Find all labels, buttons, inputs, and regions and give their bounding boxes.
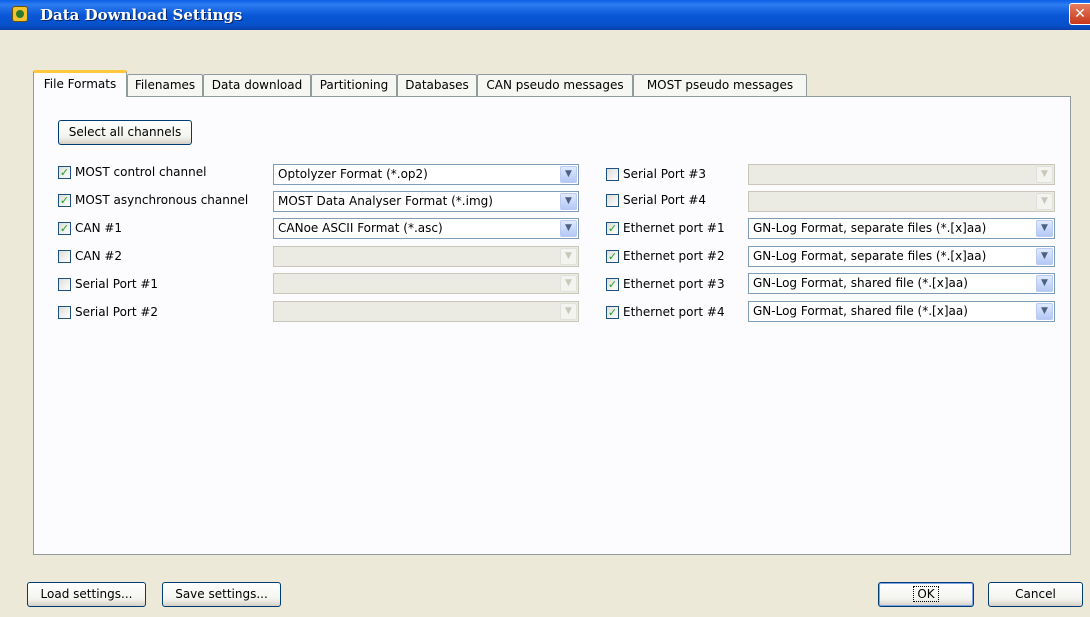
ok-button-label: OK [913, 586, 939, 602]
channel-checkbox[interactable] [58, 250, 71, 263]
close-icon: ✕ [1074, 6, 1086, 22]
format-select[interactable]: ▼ [273, 301, 579, 322]
chevron-down-icon[interactable]: ▼ [1036, 275, 1053, 292]
format-select[interactable]: Optolyzer Format (*.op2) ▼ [273, 164, 579, 185]
tab-label: Partitioning [319, 78, 389, 92]
tab-file-formats[interactable]: File Formats [33, 70, 127, 97]
channel-checkbox[interactable] [58, 306, 71, 319]
close-button[interactable]: ✕ [1069, 3, 1090, 25]
channel-checkbox[interactable]: ✓ [606, 306, 619, 319]
chevron-down-icon[interactable]: ▼ [560, 275, 577, 292]
channel-label: Ethernet port #4 [623, 305, 725, 319]
format-select[interactable]: ▼ [748, 191, 1055, 212]
tab-label: Data download [211, 78, 303, 92]
format-select-value: Optolyzer Format (*.op2) [278, 167, 428, 181]
channel-label: Serial Port #2 [75, 305, 159, 319]
channel-label: Serial Port #4 [623, 193, 707, 207]
chevron-down-icon[interactable]: ▼ [560, 220, 577, 237]
format-select[interactable]: GN-Log Format, separate files (*.[x]aa) … [748, 246, 1055, 267]
format-select[interactable]: ▼ [273, 246, 579, 267]
format-select-value: CANoe ASCII Format (*.asc) [278, 221, 443, 235]
tab-label: Databases [405, 78, 469, 92]
title-bar: Data Download Settings ✕ [0, 0, 1090, 30]
format-select[interactable]: MOST Data Analyser Format (*.img) ▼ [273, 191, 579, 212]
save-settings-button[interactable]: Save settings... [162, 582, 281, 607]
file-formats-panel: Select all channels ✓ MOST control chann… [33, 96, 1071, 555]
format-select-value: GN-Log Format, separate files (*.[x]aa) [753, 221, 987, 235]
chevron-down-icon[interactable]: ▼ [560, 193, 577, 210]
channel-checkbox[interactable]: ✓ [58, 194, 71, 207]
chevron-down-icon[interactable]: ▼ [1036, 166, 1053, 183]
format-select-value: GN-Log Format, separate files (*.[x]aa) [753, 249, 987, 263]
tab-label: Filenames [134, 78, 196, 92]
channel-label: Ethernet port #3 [623, 277, 725, 291]
tab-label: File Formats [43, 77, 117, 91]
tab-most-pseudo-messages[interactable]: MOST pseudo messages [633, 74, 807, 96]
chevron-down-icon[interactable]: ▼ [1036, 248, 1053, 265]
format-select-value: MOST Data Analyser Format (*.img) [278, 194, 493, 208]
format-select[interactable]: CANoe ASCII Format (*.asc) ▼ [273, 218, 579, 239]
format-select[interactable]: GN-Log Format, separate files (*.[x]aa) … [748, 218, 1055, 239]
channel-label: CAN #1 [75, 221, 123, 235]
chevron-down-icon[interactable]: ▼ [1036, 193, 1053, 210]
load-settings-button[interactable]: Load settings... [27, 582, 146, 607]
channel-checkbox[interactable] [606, 168, 619, 181]
channel-label: Ethernet port #2 [623, 249, 725, 263]
channel-label: MOST control channel [75, 165, 207, 179]
channel-label: Serial Port #1 [75, 277, 159, 291]
tab-data-download[interactable]: Data download [203, 74, 311, 96]
channel-checkbox[interactable]: ✓ [606, 250, 619, 263]
cancel-button[interactable]: Cancel [988, 582, 1083, 607]
format-select-value: GN-Log Format, shared file (*.[x]aa) [753, 304, 968, 318]
app-icon[interactable] [12, 6, 28, 22]
channel-checkbox[interactable] [606, 194, 619, 207]
select-all-channels-button[interactable]: Select all channels [58, 120, 192, 145]
chevron-down-icon[interactable]: ▼ [1036, 303, 1053, 320]
chevron-down-icon[interactable]: ▼ [1036, 220, 1053, 237]
format-select[interactable]: ▼ [748, 164, 1055, 185]
chevron-down-icon[interactable]: ▼ [560, 166, 577, 183]
format-select-value: GN-Log Format, shared file (*.[x]aa) [753, 276, 968, 290]
channel-label: Ethernet port #1 [623, 221, 725, 235]
channel-label: CAN #2 [75, 249, 123, 263]
channel-label: Serial Port #3 [623, 167, 707, 181]
chevron-down-icon[interactable]: ▼ [560, 303, 577, 320]
tab-label: MOST pseudo messages [646, 78, 794, 92]
channel-checkbox[interactable] [58, 278, 71, 291]
tab-partitioning[interactable]: Partitioning [311, 74, 397, 96]
tab-databases[interactable]: Databases [397, 74, 477, 96]
channel-checkbox[interactable]: ✓ [606, 278, 619, 291]
channel-checkbox[interactable]: ✓ [58, 222, 71, 235]
channel-checkbox[interactable]: ✓ [58, 166, 71, 179]
channel-label: MOST asynchronous channel [75, 193, 249, 207]
chevron-down-icon[interactable]: ▼ [560, 248, 577, 265]
format-select[interactable]: ▼ [273, 273, 579, 294]
ok-button[interactable]: OK [878, 582, 974, 607]
tab-label: CAN pseudo messages [486, 78, 624, 92]
channel-checkbox[interactable]: ✓ [606, 222, 619, 235]
tab-can-pseudo-messages[interactable]: CAN pseudo messages [477, 74, 633, 96]
window-title: Data Download Settings [40, 6, 243, 24]
format-select[interactable]: GN-Log Format, shared file (*.[x]aa) ▼ [748, 301, 1055, 322]
format-select[interactable]: GN-Log Format, shared file (*.[x]aa) ▼ [748, 273, 1055, 294]
tab-filenames[interactable]: Filenames [127, 74, 203, 96]
